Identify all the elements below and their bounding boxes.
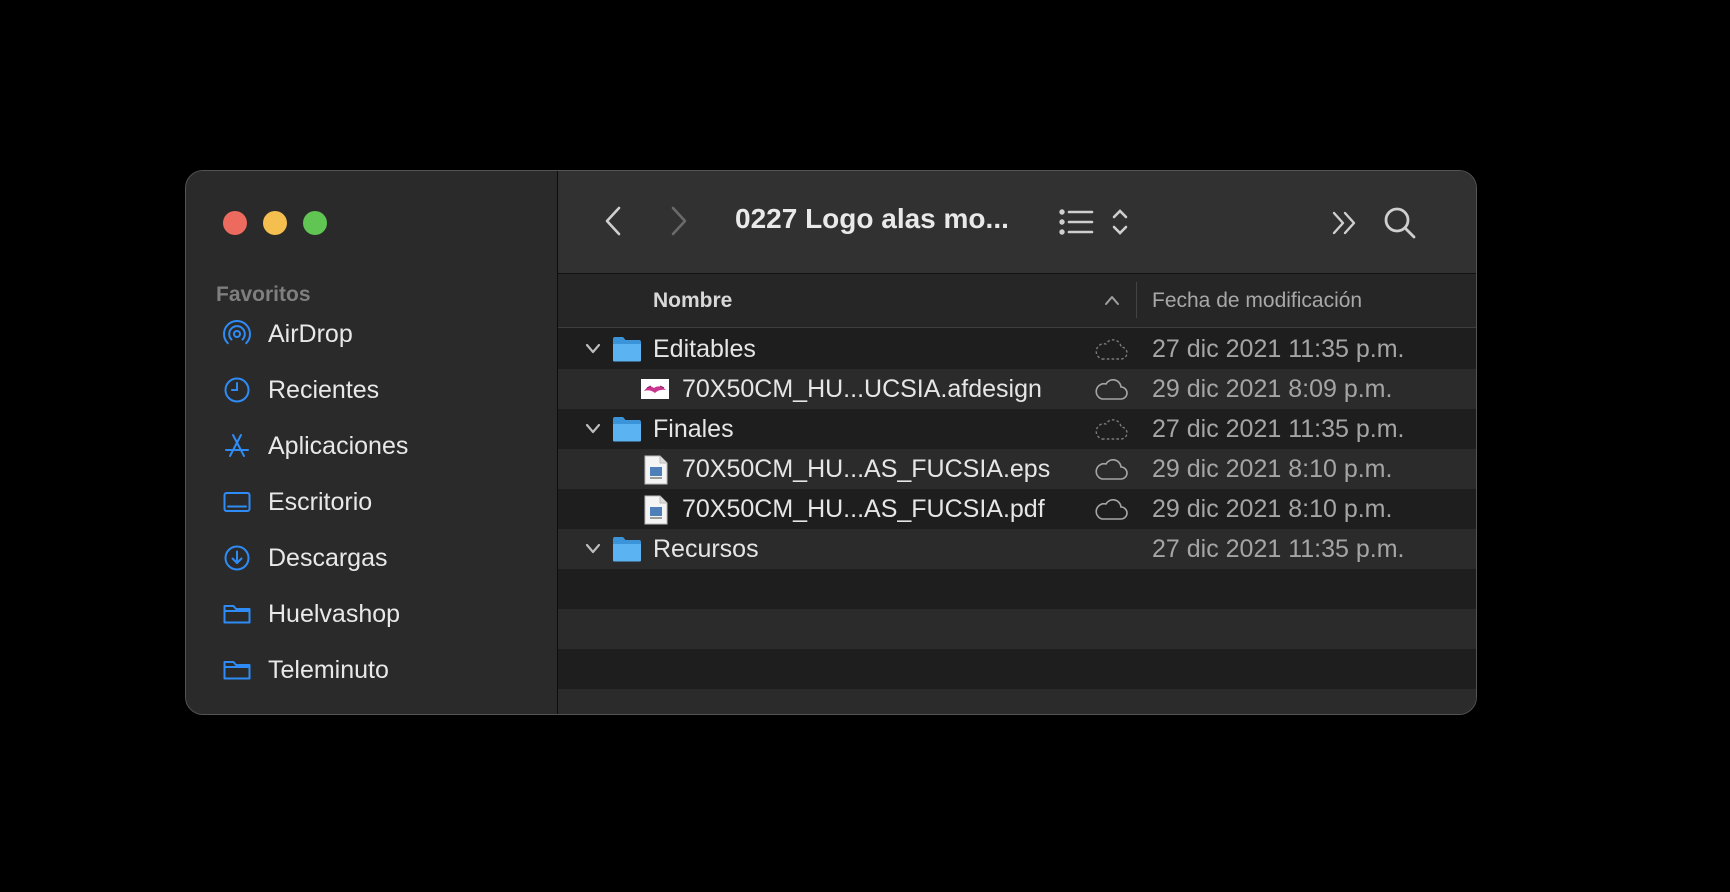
sidebar-item-airdrop[interactable]: AirDrop [222,306,408,362]
sidebar-item-label: Escritorio [268,487,373,516]
file-row-finales[interactable]: Finales 27 dic 2021 11:35 p.m. [558,409,1476,449]
column-divider[interactable] [1136,282,1137,318]
sidebar: Favoritos AirDrop Recientes Aplicaciones… [186,171,558,714]
folder-icon [613,417,641,442]
sidebar-item-teleminuto[interactable]: Teleminuto [222,642,408,698]
desktop-icon [222,487,252,517]
download-icon [222,543,252,573]
back-button[interactable] [598,203,628,239]
file-name: Editables [653,335,756,363]
file-name: Recursos [653,535,759,563]
file-row-eps[interactable]: 70X50CM_HU...AS_FUCSIA.eps 29 dic 2021 8… [558,449,1476,489]
sort-ascending-icon[interactable] [1104,294,1120,306]
file-name: Finales [653,415,734,443]
file-list: Editables 27 dic 2021 11:35 p.m. 70X50CM… [558,329,1476,714]
disclosure-expanded-icon[interactable] [584,341,602,357]
file-name: 70X50CM_HU...AS_FUCSIA.eps [682,455,1051,483]
clock-icon [222,375,252,405]
empty-row [558,609,1476,649]
sidebar-item-recientes[interactable]: Recientes [222,362,408,418]
file-date: 27 dic 2021 11:35 p.m. [1152,335,1405,363]
finder-window: Favoritos AirDrop Recientes Aplicaciones… [185,170,1477,715]
disclosure-expanded-icon[interactable] [584,421,602,437]
file-date: 29 dic 2021 8:10 p.m. [1152,455,1393,483]
sidebar-item-label: Aplicaciones [268,431,409,460]
sidebar-list: AirDrop Recientes Aplicaciones Escritori… [222,306,408,698]
view-options-button[interactable] [1058,205,1132,239]
airdrop-icon [222,319,252,349]
cloud-icon[interactable] [1093,459,1129,481]
toolbar: 0227 Logo alas mo... [558,171,1476,274]
cloud-icon[interactable] [1093,379,1129,401]
file-date: 27 dic 2021 11:35 p.m. [1152,415,1405,443]
empty-row [558,649,1476,689]
file-row-editables[interactable]: Editables 27 dic 2021 11:35 p.m. [558,329,1476,369]
list-view-icon [1059,209,1128,235]
chevron-right-icon [671,206,687,236]
empty-row [558,569,1476,609]
pdf-file-icon [644,495,668,525]
dashed-cloud-icon [1095,419,1128,440]
double-chevron-right-icon [1332,211,1356,235]
chevron-left-icon [605,206,621,236]
main-pane: 0227 Logo alas mo... Nombre Fecha de mod… [558,171,1476,714]
sidebar-item-label: Recientes [268,375,380,404]
folder-icon [222,599,252,629]
search-button[interactable] [1380,203,1420,243]
folder-icon [613,337,641,362]
empty-row [558,689,1476,714]
search-icon [1384,207,1416,239]
sidebar-section-title: Favoritos [216,283,311,306]
window-title: 0227 Logo alas mo... [735,203,1009,234]
close-button[interactable] [223,211,247,235]
sidebar-item-escritorio[interactable]: Escritorio [222,474,408,530]
minimize-button[interactable] [263,211,287,235]
folder-icon [222,655,252,685]
sidebar-item-label: AirDrop [268,319,353,348]
file-date: 29 dic 2021 8:09 p.m. [1152,375,1393,403]
file-row-afdesign[interactable]: 70X50CM_HU...UCSIA.afdesign 29 dic 2021 … [558,369,1476,409]
sidebar-item-huelvashop[interactable]: Huelvashop [222,586,408,642]
eps-file-icon [644,455,668,485]
column-header: Nombre Fecha de modificación [558,274,1476,328]
disclosure-expanded-icon[interactable] [584,541,602,557]
file-date: 29 dic 2021 8:10 p.m. [1152,495,1393,523]
cloud-icon[interactable] [1093,499,1129,521]
zoom-button[interactable] [303,211,327,235]
file-date: 27 dic 2021 11:35 p.m. [1152,535,1405,563]
sidebar-item-label: Descargas [268,543,388,572]
dashed-cloud-icon [1095,339,1128,360]
file-name: 70X50CM_HU...AS_FUCSIA.pdf [682,495,1045,523]
sidebar-item-label: Huelvashop [268,599,401,628]
sidebar-item-descargas[interactable]: Descargas [222,530,408,586]
more-toolbar-button[interactable] [1329,207,1361,239]
traffic-lights [223,211,327,235]
applications-icon [222,431,252,461]
file-row-recursos[interactable]: Recursos 27 dic 2021 11:35 p.m. [558,529,1476,569]
file-row-pdf[interactable]: 70X50CM_HU...AS_FUCSIA.pdf 29 dic 2021 8… [558,489,1476,529]
file-name: 70X50CM_HU...UCSIA.afdesign [682,375,1042,403]
sidebar-item-label: Teleminuto [268,655,389,684]
column-header-name[interactable]: Nombre [653,289,732,313]
afdesign-file-icon [641,379,669,399]
folder-icon [613,537,641,562]
sidebar-item-aplicaciones[interactable]: Aplicaciones [222,418,408,474]
forward-button[interactable] [664,203,694,239]
column-header-date[interactable]: Fecha de modificación [1152,289,1362,313]
